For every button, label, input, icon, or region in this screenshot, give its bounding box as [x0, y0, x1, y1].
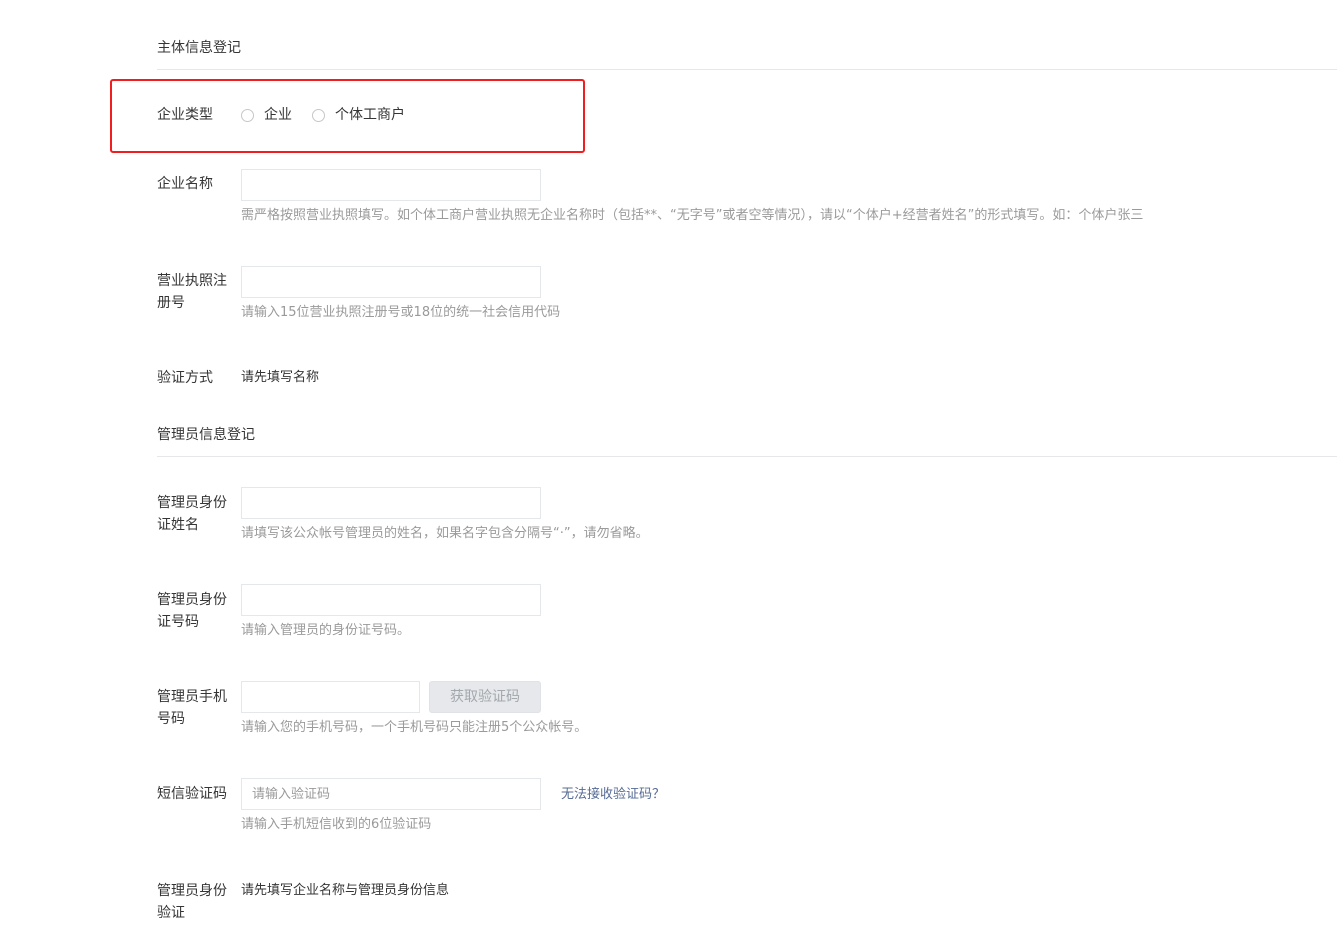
admin-phone-input-wrap: [241, 681, 420, 713]
admin-id-number-label: 管理员身份证号码: [157, 592, 227, 630]
section-divider: [157, 69, 1337, 70]
verify-method-label: 验证方式: [157, 370, 213, 386]
sms-code-input-wrap: [241, 778, 541, 810]
company-type-label: 企业类型: [157, 107, 213, 123]
admin-id-verify-label: 管理员身份验证: [157, 883, 227, 921]
license-number-label: 营业执照注册号: [157, 273, 227, 311]
radio-circle-icon[interactable]: [312, 108, 325, 122]
admin-section-title: 管理员信息登记: [157, 427, 255, 443]
license-number-input[interactable]: [242, 267, 540, 297]
company-name-input[interactable]: [242, 170, 540, 200]
subject-section-title: 主体信息登记: [157, 40, 241, 56]
verify-method-value: 请先填写名称: [241, 370, 320, 385]
get-verification-code-button[interactable]: 获取验证码: [429, 681, 541, 713]
license-number-input-wrap: [241, 266, 541, 298]
admin-id-number-input[interactable]: [242, 585, 540, 615]
sms-code-input[interactable]: [242, 779, 540, 809]
company-name-input-wrap: [241, 169, 541, 201]
admin-id-verify-value: 请先填写企业名称与管理员身份信息: [241, 883, 450, 898]
admin-id-number-input-wrap: [241, 584, 541, 616]
company-type-radio-group: 企业 个体工商户: [241, 105, 425, 125]
admin-id-name-input[interactable]: [242, 488, 540, 518]
radio-label-individual-business: 个体工商户: [335, 107, 405, 123]
admin-id-name-tip: 请填写该公众帐号管理员的姓名，如果名字包含分隔号“·”，请勿省略。: [241, 526, 649, 541]
radio-option-individual-business[interactable]: 个体工商户: [312, 105, 405, 125]
admin-phone-label: 管理员手机号码: [157, 689, 227, 727]
admin-id-number-tip: 请输入管理员的身份证号码。: [241, 623, 411, 638]
cannot-receive-code-link[interactable]: 无法接收验证码？: [561, 785, 665, 805]
radio-option-enterprise[interactable]: 企业: [241, 105, 292, 125]
sms-code-tip: 请输入手机短信收到的6位验证码: [241, 817, 432, 832]
section-divider: [157, 456, 1337, 457]
admin-id-name-input-wrap: [241, 487, 541, 519]
admin-phone-tip: 请输入您的手机号码，一个手机号码只能注册5个公众帐号。: [241, 720, 588, 735]
company-name-label: 企业名称: [157, 176, 213, 192]
radio-label-enterprise: 企业: [264, 107, 292, 123]
license-number-tip: 请输入15位营业执照注册号或18位的统一社会信用代码: [241, 305, 561, 320]
company-name-tip: 需严格按照营业执照填写。如个体工商户营业执照无企业名称时（包括**、“无字号”或…: [241, 208, 1144, 223]
admin-phone-input[interactable]: [242, 682, 419, 712]
radio-circle-icon[interactable]: [241, 108, 254, 122]
sms-code-label: 短信验证码: [157, 786, 227, 802]
admin-id-name-label: 管理员身份证姓名: [157, 495, 227, 533]
